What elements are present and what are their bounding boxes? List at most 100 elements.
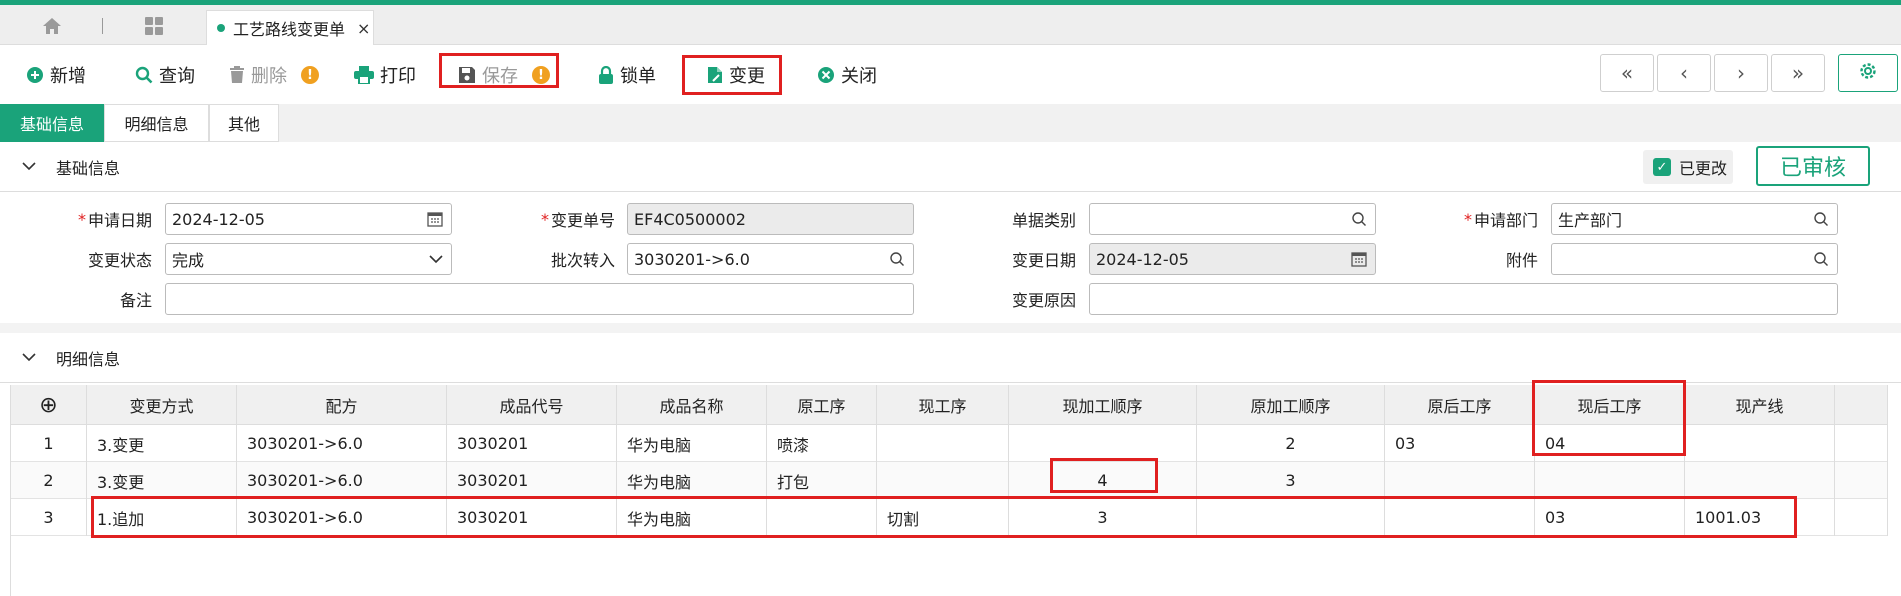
table-cell[interactable]: 华为电脑 (617, 425, 767, 462)
close-button[interactable]: 关闭 (817, 60, 877, 90)
apply-date-field[interactable]: 2024-12-05 (165, 203, 452, 235)
last-record-button[interactable]: » (1771, 54, 1825, 92)
table-cell[interactable] (1685, 462, 1835, 499)
highlight-process-order (1050, 458, 1158, 493)
table-cell[interactable] (1835, 425, 1888, 462)
batch-field[interactable]: 3030201->6.0 (627, 243, 914, 275)
first-record-button[interactable]: « (1600, 54, 1654, 92)
table-cell[interactable] (1835, 499, 1888, 536)
apply-dept-field[interactable]: 生产部门 (1551, 203, 1838, 235)
table-cell[interactable]: 华为电脑 (617, 462, 767, 499)
table-cell[interactable] (1385, 462, 1535, 499)
chevron-down-icon (22, 159, 36, 175)
highlight-next-process (1532, 380, 1686, 456)
table-cell[interactable]: 3.变更 (87, 425, 237, 462)
home-icon[interactable] (30, 13, 74, 39)
attachment-field[interactable] (1551, 243, 1838, 275)
prev-record-button[interactable]: ‹ (1657, 54, 1711, 92)
add-row-icon[interactable]: ⊕ (11, 385, 87, 425)
plus-circle-icon (26, 66, 44, 84)
settings-button[interactable] (1838, 54, 1898, 92)
column-header[interactable]: 现加工顺序 (1009, 385, 1197, 425)
detail-info-header[interactable]: 明细信息 (0, 335, 1901, 381)
chevron-down-icon (429, 251, 443, 267)
query-label: 查询 (159, 66, 195, 87)
table-cell[interactable] (1835, 462, 1888, 499)
column-header[interactable]: 原工序 (767, 385, 877, 425)
tab-bar: 工艺路线变更单 × (0, 5, 1901, 45)
table-cell[interactable]: 3030201 (447, 462, 617, 499)
tab-basic-info[interactable]: 基础信息 (0, 104, 104, 142)
table-cell[interactable] (1009, 425, 1197, 462)
apps-grid-icon[interactable] (138, 13, 170, 39)
table-cell[interactable]: 打包 (767, 462, 877, 499)
add-button[interactable]: 新增 (26, 60, 86, 90)
column-header[interactable]: 变更方式 (87, 385, 237, 425)
column-header[interactable]: 现工序 (877, 385, 1009, 425)
print-button[interactable]: 打印 (354, 60, 416, 90)
query-button[interactable]: 查询 (135, 60, 195, 90)
table-cell[interactable]: 03 (1385, 425, 1535, 462)
apply-date-label: * 申请日期 (77, 209, 152, 231)
table-row[interactable]: 2 3.变更 3030201->6.0 3030201 华为电脑 打包 4 3 (11, 462, 1888, 499)
doc-type-field[interactable] (1089, 203, 1376, 235)
highlight-appended-row (91, 496, 1797, 538)
search-icon[interactable] (1351, 211, 1367, 227)
table-cell[interactable]: 2 (1197, 425, 1385, 462)
column-header[interactable]: 成品代号 (447, 385, 617, 425)
modified-checkbox[interactable]: ✓ 已更改 (1643, 150, 1733, 184)
sub-tab-bar: 基础信息 明细信息 其他 (0, 104, 1901, 142)
calendar-icon[interactable] (427, 211, 443, 227)
table-cell[interactable] (1535, 462, 1685, 499)
lock-button[interactable]: 锁单 (598, 60, 656, 90)
tab-other[interactable]: 其他 (209, 104, 279, 142)
add-label: 新增 (50, 66, 86, 87)
chevron-down-icon (22, 350, 36, 366)
print-label: 打印 (380, 66, 416, 87)
tab-routing-change[interactable]: 工艺路线变更单 × (206, 10, 374, 45)
remark-field[interactable] (165, 283, 914, 315)
table-cell[interactable]: 3.变更 (87, 462, 237, 499)
table-cell[interactable]: 3030201->6.0 (237, 425, 447, 462)
table-cell[interactable] (877, 425, 1009, 462)
search-icon (135, 66, 153, 84)
active-dot-icon (217, 24, 225, 32)
column-header[interactable]: 现产线 (1685, 385, 1835, 425)
modified-label: 已更改 (1679, 159, 1728, 178)
search-icon[interactable] (889, 251, 905, 267)
delete-button[interactable]: 删除 ! (229, 60, 319, 90)
search-icon[interactable] (1813, 251, 1829, 267)
close-label: 关闭 (841, 66, 877, 87)
basic-info-header[interactable]: 基础信息 (0, 144, 1901, 190)
column-header[interactable]: 成品名称 (617, 385, 767, 425)
change-no-field: EF4C0500002 (627, 203, 914, 235)
table-cell[interactable]: 喷漆 (767, 425, 877, 462)
column-header[interactable] (1835, 385, 1888, 425)
table-cell[interactable] (1685, 425, 1835, 462)
highlight-change (682, 55, 782, 95)
attachment-label: 附件 (1505, 251, 1538, 270)
warning-icon: ! (301, 66, 319, 84)
search-icon[interactable] (1813, 211, 1829, 227)
column-header[interactable]: 原加工顺序 (1197, 385, 1385, 425)
change-date-label: 变更日期 (1011, 251, 1076, 270)
close-tab-icon[interactable]: × (357, 19, 370, 38)
table-cell[interactable]: 3 (1197, 462, 1385, 499)
next-record-button[interactable]: › (1714, 54, 1768, 92)
column-header[interactable]: 原后工序 (1385, 385, 1535, 425)
reason-field[interactable] (1089, 283, 1838, 315)
row-number: 3 (11, 499, 87, 536)
table-cell[interactable] (877, 462, 1009, 499)
status-select[interactable]: 完成 (165, 243, 452, 275)
column-header[interactable]: 配方 (237, 385, 447, 425)
remark-label: 备注 (119, 291, 152, 310)
divider (0, 191, 1901, 192)
table-cell[interactable]: 3030201->6.0 (237, 462, 447, 499)
doc-type-label: 单据类别 (1011, 211, 1076, 230)
section-title: 明细信息 (56, 350, 121, 369)
highlight-save (439, 53, 559, 88)
lock-icon (598, 66, 614, 84)
table-cell[interactable]: 3030201 (447, 425, 617, 462)
apply-dept-label: * 申请部门 (1463, 209, 1538, 231)
tab-detail-info[interactable]: 明细信息 (104, 104, 209, 142)
